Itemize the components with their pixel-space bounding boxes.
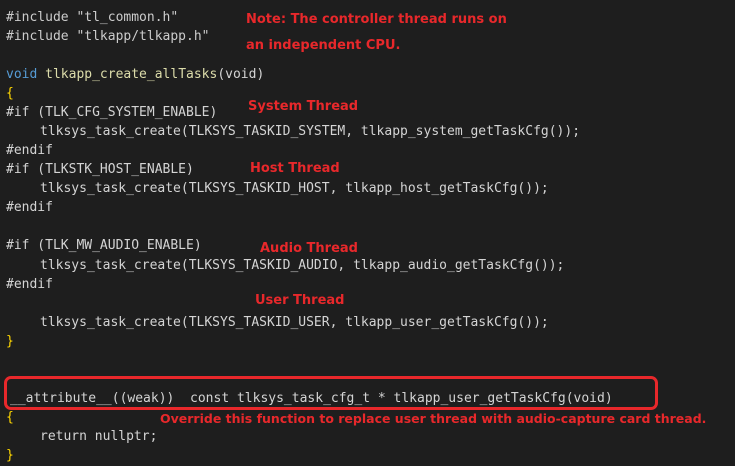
code-line-if-audio: #if (TLK_MW_AUDIO_ENABLE) bbox=[6, 238, 202, 253]
code-editor[interactable]: #include "tl_common.h" #include "tlkapp/… bbox=[0, 0, 735, 466]
code-line-endif-audio: #endif bbox=[6, 277, 53, 292]
note-override-function: Override this function to replace user t… bbox=[160, 411, 707, 426]
code-line-endif-host: #endif bbox=[6, 200, 53, 215]
code-line-if-system: #if (TLK_CFG_SYSTEM_ENABLE) bbox=[6, 105, 218, 120]
code-line-brace-open: { bbox=[6, 86, 14, 101]
code-line-include-tlkapp: #include "tlkapp/tlkapp.h" bbox=[6, 29, 210, 44]
code-line-create-audio: tlksys_task_create(TLKSYS_TASKID_AUDIO, … bbox=[40, 258, 565, 273]
code-line-if-host: #if (TLKSTK_HOST_ENABLE) bbox=[6, 162, 194, 177]
note-audio-thread: Audio Thread bbox=[260, 241, 358, 256]
keyword-void: void bbox=[6, 67, 38, 82]
code-line-create-system: tlksys_task_create(TLKSYS_TASKID_SYSTEM,… bbox=[40, 124, 581, 139]
code-line-brace-close: } bbox=[6, 334, 14, 349]
code-line-function-signature: void tlkapp_create_allTasks(void) bbox=[6, 65, 264, 84]
code-line-return: return nullptr; bbox=[40, 429, 158, 444]
code-line-include-common: #include "tl_common.h" bbox=[6, 10, 179, 25]
code-line-create-user: tlksys_task_create(TLKSYS_TASKID_USER, t… bbox=[40, 315, 549, 330]
code-line-brace-close-2: } bbox=[6, 448, 14, 463]
note-controller-line2: an independent CPU. bbox=[246, 38, 401, 53]
note-system-thread: System Thread bbox=[248, 99, 359, 114]
note-controller-line1: Note: The controller thread runs on bbox=[246, 12, 507, 27]
code-line-create-host: tlksys_task_create(TLKSYS_TASKID_HOST, t… bbox=[40, 181, 549, 196]
note-user-thread: User Thread bbox=[255, 293, 345, 308]
function-name: tlkapp_create_allTasks bbox=[45, 67, 218, 82]
function-args: (void) bbox=[217, 67, 265, 82]
code-line-brace-open-2: { bbox=[6, 410, 14, 425]
code-line-endif-system: #endif bbox=[6, 143, 53, 158]
note-host-thread: Host Thread bbox=[250, 161, 340, 176]
highlight-box bbox=[4, 376, 658, 410]
